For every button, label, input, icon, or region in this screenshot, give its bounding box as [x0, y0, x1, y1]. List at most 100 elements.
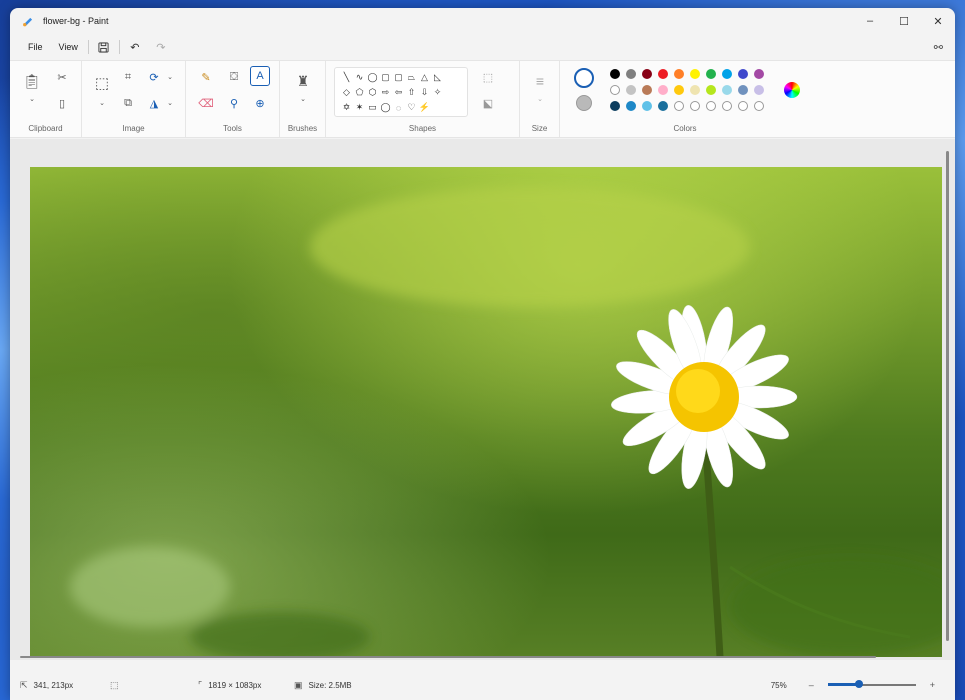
- shape-option-icon[interactable]: ◺: [434, 72, 441, 83]
- select-dropdown-chevron-icon[interactable]: ⌄: [92, 93, 112, 113]
- palette-swatch[interactable]: [738, 69, 748, 79]
- shape-option-icon[interactable]: △: [421, 72, 428, 83]
- palette-swatch[interactable]: [754, 69, 764, 79]
- palette-swatch[interactable]: [754, 101, 764, 111]
- palette-swatch[interactable]: [738, 101, 748, 111]
- shape-option-icon[interactable]: ◯: [380, 102, 390, 113]
- undo-icon[interactable]: ↶: [122, 37, 148, 57]
- canvas-size-icon: ⌜: [198, 679, 203, 690]
- shape-option-icon[interactable]: ✡: [343, 102, 351, 113]
- shape-option-icon[interactable]: ◯: [367, 72, 377, 83]
- horizontal-scrollbar[interactable]: [20, 656, 876, 658]
- shape-option-icon[interactable]: ▭: [368, 102, 377, 113]
- color-picker-icon[interactable]: ⚲: [224, 93, 244, 113]
- zoom-slider[interactable]: [827, 680, 916, 688]
- status-bar: ⇱ 341, 213px ⬚ ⌜ 1819 × 1083px ▣ Size: 2…: [10, 670, 955, 700]
- shape-option-icon[interactable]: ◇: [343, 87, 350, 98]
- palette-swatch[interactable]: [690, 85, 700, 95]
- palette-swatch[interactable]: [722, 85, 732, 95]
- shape-option-icon[interactable]: ⇧: [408, 87, 416, 98]
- shape-option-icon[interactable]: ⚡: [419, 102, 430, 113]
- eraser-icon[interactable]: ⌫: [196, 93, 216, 113]
- shape-option-icon[interactable]: ╲: [344, 72, 349, 83]
- shape-option-icon[interactable]: ✶: [356, 102, 364, 113]
- palette-swatch[interactable]: [754, 85, 764, 95]
- paste-icon[interactable]: 📋︎: [22, 71, 42, 91]
- size-lines-icon[interactable]: ≡: [530, 71, 550, 91]
- palette-swatch[interactable]: [610, 69, 620, 79]
- minimize-button[interactable]: –: [853, 8, 887, 34]
- shape-option-icon[interactable]: ⇩: [421, 87, 429, 98]
- size-group: ≡ ⌄ Size: [520, 61, 560, 137]
- brush-icon[interactable]: ♜: [293, 71, 313, 91]
- shape-outline-icon[interactable]: ⬚: [478, 67, 498, 87]
- shape-option-icon[interactable]: ⇨: [382, 87, 390, 98]
- primary-color-swatch[interactable]: [574, 68, 594, 88]
- palette-swatch[interactable]: [626, 101, 636, 111]
- palette-swatch[interactable]: [674, 85, 684, 95]
- pencil-icon[interactable]: ✎: [196, 67, 216, 87]
- shape-option-icon[interactable]: ⬠: [356, 87, 364, 98]
- size-dropdown-chevron-icon[interactable]: ⌄: [530, 89, 550, 109]
- palette-swatch[interactable]: [658, 69, 668, 79]
- palette-swatch[interactable]: [706, 85, 716, 95]
- crop-icon[interactable]: ⌗: [118, 67, 138, 87]
- palette-swatch[interactable]: [706, 101, 716, 111]
- fill-icon[interactable]: ⛋: [224, 67, 244, 87]
- palette-swatch[interactable]: [722, 101, 732, 111]
- menu-file[interactable]: File: [20, 38, 51, 56]
- flip-dropdown-chevron-icon[interactable]: ⌄: [160, 93, 180, 113]
- shape-option-icon[interactable]: ▢: [381, 72, 390, 83]
- save-icon[interactable]: [91, 37, 117, 57]
- palette-swatch[interactable]: [690, 101, 700, 111]
- colors-group: Colors: [560, 61, 810, 137]
- copy-icon[interactable]: ▯: [52, 93, 72, 113]
- shape-option-icon[interactable]: ◌: [396, 103, 401, 113]
- shape-option-icon[interactable]: ∿: [356, 72, 364, 83]
- redo-icon[interactable]: ↷: [148, 37, 174, 57]
- tools-group: ✎ ⛋ A ⌫ ⚲ ⊕ Tools: [186, 61, 280, 137]
- palette-swatch[interactable]: [674, 101, 684, 111]
- palette-swatch[interactable]: [642, 85, 652, 95]
- palette-swatch[interactable]: [642, 69, 652, 79]
- edit-colors-icon[interactable]: [784, 82, 800, 98]
- maximize-button[interactable]: ☐: [887, 8, 921, 34]
- vertical-scrollbar[interactable]: [946, 151, 949, 641]
- shape-option-icon[interactable]: ♡: [407, 102, 415, 113]
- palette-swatch[interactable]: [658, 101, 668, 111]
- cut-icon[interactable]: ✂: [52, 67, 72, 87]
- share-icon[interactable]: ⚯: [934, 41, 943, 54]
- shape-option-icon[interactable]: ▢: [394, 72, 403, 83]
- palette-swatch[interactable]: [626, 85, 636, 95]
- shape-option-icon[interactable]: ⏢: [408, 72, 415, 83]
- canvas-image[interactable]: [30, 167, 942, 657]
- palette-swatch[interactable]: [658, 85, 668, 95]
- shape-fill-icon[interactable]: ⬕: [478, 93, 498, 113]
- shape-option-icon[interactable]: ⇦: [395, 87, 403, 98]
- palette-swatch[interactable]: [722, 69, 732, 79]
- zoom-in-icon[interactable]: +: [930, 680, 935, 690]
- shape-option-icon[interactable]: ⬡: [369, 87, 377, 98]
- zoom-slider-thumb[interactable]: [854, 680, 863, 688]
- resize-icon[interactable]: ⧉: [118, 93, 138, 113]
- shapes-gallery[interactable]: ╲ ∿ ◯ ▢ ▢ ⏢ △ ◺ ◇ ⬠ ⬡ ⇨ ⇦ ⇧ ⇩ ✧ ✡ ✶ ▭ ◯ ◌ ♡ ⚡: [334, 67, 468, 117]
- secondary-color-swatch[interactable]: [576, 95, 592, 111]
- brushes-dropdown-chevron-icon[interactable]: ⌄: [293, 89, 313, 109]
- palette-swatch[interactable]: [706, 69, 716, 79]
- shape-option-icon[interactable]: ✧: [434, 87, 442, 98]
- close-button[interactable]: ✕: [921, 8, 955, 34]
- select-icon[interactable]: ⬚: [92, 73, 112, 93]
- palette-swatch[interactable]: [610, 85, 620, 95]
- palette-swatch[interactable]: [674, 69, 684, 79]
- palette-swatch[interactable]: [610, 101, 620, 111]
- magnifier-icon[interactable]: ⊕: [250, 93, 270, 113]
- rotate-dropdown-chevron-icon[interactable]: ⌄: [160, 67, 180, 87]
- text-tool-icon[interactable]: A: [250, 66, 270, 86]
- palette-swatch[interactable]: [738, 85, 748, 95]
- palette-swatch[interactable]: [626, 69, 636, 79]
- menu-view[interactable]: View: [51, 38, 86, 56]
- palette-swatch[interactable]: [642, 101, 652, 111]
- zoom-out-icon[interactable]: –: [809, 680, 814, 690]
- palette-swatch[interactable]: [690, 69, 700, 79]
- paste-dropdown-chevron-icon[interactable]: ⌄: [22, 89, 42, 109]
